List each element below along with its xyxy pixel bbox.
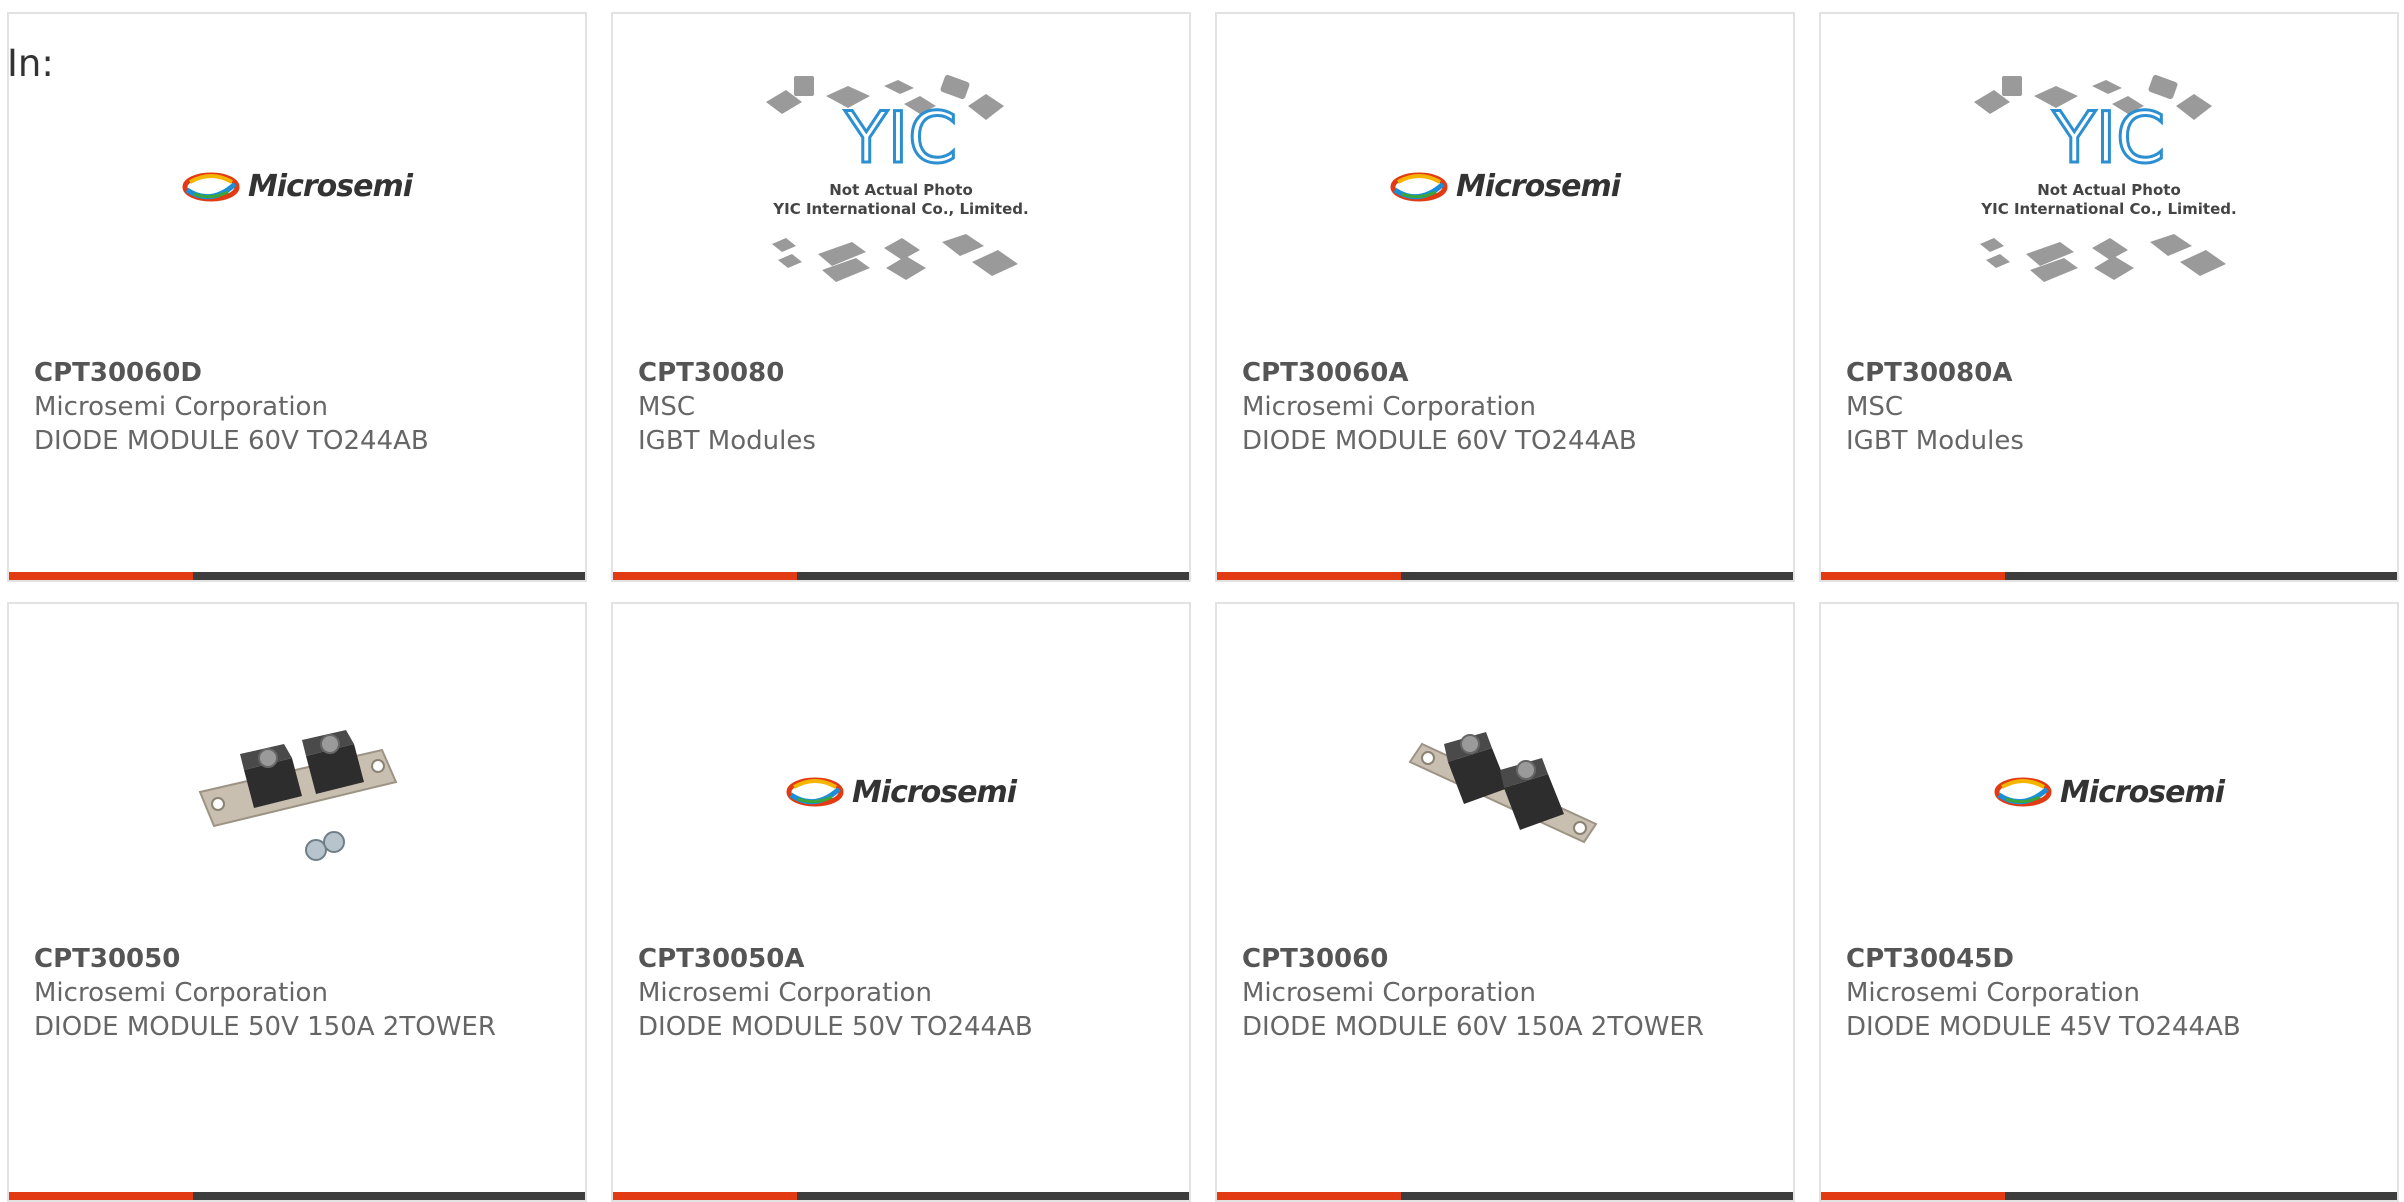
product-image: Microsemi — [1217, 14, 1793, 359]
product-image: Microsemi — [9, 14, 585, 359]
part-number[interactable]: CPT30060 — [1242, 942, 1773, 976]
description: DIODE MODULE 50V TO244AB — [638, 1012, 1033, 1042]
svg-text:YIC International Co., Limited: YIC International Co., Limited. — [1980, 200, 2236, 218]
part-number[interactable]: CPT30060D — [34, 356, 565, 390]
microsemi-logo: Microsemi — [1390, 169, 1621, 204]
product-card[interactable]: YIC Not Actual Photo YIC International C… — [1819, 12, 2399, 582]
product-card[interactable]: YIC Not Actual Photo YIC International C… — [611, 12, 1191, 582]
part-number[interactable]: CPT30080 — [638, 356, 1169, 390]
microsemi-logo: Microsemi — [182, 169, 413, 204]
description: DIODE MODULE 50V 150A 2TOWER — [34, 1012, 496, 1042]
card-footer-bar — [613, 1192, 1189, 1200]
yic-placeholder-image: YIC Not Actual Photo YIC International C… — [766, 74, 1029, 282]
description: IGBT Modules — [638, 426, 816, 456]
manufacturer: Microsemi Corporation — [638, 978, 932, 1008]
card-footer-bar — [1821, 1192, 2397, 1200]
diode-module-photo — [192, 692, 402, 892]
product-card[interactable]: Microsemi CPT30050A Microsemi Corporatio… — [611, 602, 1191, 1202]
manufacturer: Microsemi Corporation — [34, 978, 328, 1008]
product-card[interactable]: CPT30050 Microsemi Corporation DIODE MOD… — [7, 602, 587, 1202]
description: DIODE MODULE 60V TO244AB — [34, 426, 429, 456]
microsemi-logo: Microsemi — [786, 775, 1017, 810]
part-number[interactable]: CPT30080A — [1846, 356, 2377, 390]
product-card[interactable]: CPT30060 Microsemi Corporation DIODE MOD… — [1215, 602, 1795, 1202]
svg-text:YIC: YIC — [844, 97, 957, 179]
microsemi-logo: Microsemi — [1994, 775, 2225, 810]
card-footer-bar — [1217, 572, 1793, 580]
filter-label: In: — [7, 42, 54, 85]
manufacturer: MSC — [638, 392, 696, 422]
product-image: Microsemi — [613, 622, 1189, 962]
card-footer-bar — [9, 572, 585, 580]
manufacturer: MSC — [1846, 392, 1904, 422]
svg-text:YIC: YIC — [2052, 97, 2165, 179]
description: IGBT Modules — [1846, 426, 2024, 456]
manufacturer: Microsemi Corporation — [1242, 978, 1536, 1008]
part-number[interactable]: CPT30050A — [638, 942, 1169, 976]
product-image: Microsemi — [1821, 622, 2397, 962]
diode-module-photo — [1400, 692, 1610, 892]
part-number[interactable]: CPT30045D — [1846, 942, 2377, 976]
manufacturer: Microsemi Corporation — [34, 392, 328, 422]
card-footer-bar — [1217, 1192, 1793, 1200]
card-footer-bar — [9, 1192, 585, 1200]
part-number[interactable]: CPT30050 — [34, 942, 565, 976]
product-image: YIC Not Actual Photo YIC International C… — [613, 14, 1189, 359]
svg-text:Not Actual Photo: Not Actual Photo — [829, 181, 973, 199]
yic-placeholder-image: YIC Not Actual Photo YIC International C… — [1974, 74, 2237, 282]
card-footer-bar — [613, 572, 1189, 580]
product-card[interactable]: Microsemi CPT30060D Microsemi Corporatio… — [7, 12, 587, 582]
part-number[interactable]: CPT30060A — [1242, 356, 1773, 390]
product-image — [9, 622, 585, 962]
description: DIODE MODULE 60V TO244AB — [1242, 426, 1637, 456]
svg-text:YIC International Co., Limited: YIC International Co., Limited. — [772, 200, 1028, 218]
svg-text:Not Actual Photo: Not Actual Photo — [2037, 181, 2181, 199]
description: DIODE MODULE 60V 150A 2TOWER — [1242, 1012, 1704, 1042]
manufacturer: Microsemi Corporation — [1242, 392, 1536, 422]
product-card[interactable]: Microsemi CPT30045D Microsemi Corporatio… — [1819, 602, 2399, 1202]
product-image: YIC Not Actual Photo YIC International C… — [1821, 14, 2397, 359]
manufacturer: Microsemi Corporation — [1846, 978, 2140, 1008]
card-footer-bar — [1821, 572, 2397, 580]
product-image — [1217, 622, 1793, 962]
description: DIODE MODULE 45V TO244AB — [1846, 1012, 2241, 1042]
product-card[interactable]: Microsemi CPT30060A Microsemi Corporatio… — [1215, 12, 1795, 582]
